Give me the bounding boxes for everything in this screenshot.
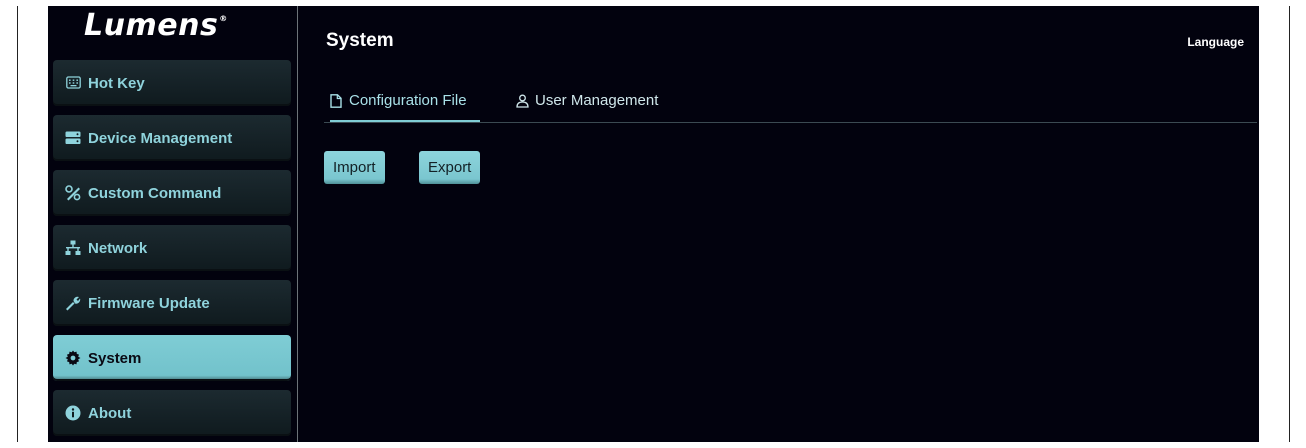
sidebar-item-hot-key[interactable]: Hot Key — [53, 60, 291, 106]
tab-configuration-file[interactable]: Configuration File — [330, 90, 480, 122]
brand-logo: Lumens ® — [84, 8, 228, 48]
sidebar-item-network[interactable]: Network — [53, 225, 291, 271]
sidebar-item-label: Custom Command — [88, 184, 222, 202]
window-frame: Lumens ® Hot Key Device Management Custo… — [17, 6, 1290, 442]
sidebar: Lumens ® Hot Key Device Management Custo… — [48, 6, 297, 442]
wrench-icon — [65, 295, 81, 311]
page-title: System — [326, 30, 394, 51]
sidebar-item-label: Device Management — [88, 129, 233, 147]
network-icon — [65, 240, 81, 256]
language-selector[interactable]: Language — [1187, 35, 1244, 49]
info-icon — [65, 405, 81, 421]
server-icon — [65, 130, 81, 146]
sidebar-item-about[interactable]: About — [53, 390, 291, 436]
tab-bar: Configuration File User Management — [324, 90, 1257, 123]
app-container: Lumens ® Hot Key Device Management Custo… — [48, 6, 1259, 442]
import-button[interactable]: Import — [324, 151, 385, 184]
gear-icon — [65, 350, 81, 366]
logo-text: Lumens — [84, 8, 219, 43]
keyboard-icon — [65, 75, 81, 91]
tab-label: Configuration File — [349, 92, 467, 109]
user-icon — [516, 94, 530, 108]
tab-user-management[interactable]: User Management — [516, 90, 686, 122]
sidebar-item-device-management[interactable]: Device Management — [53, 115, 291, 161]
registered-mark: ® — [219, 14, 228, 23]
export-button[interactable]: Export — [419, 151, 481, 184]
main-content: System Language Configuration File User … — [298, 6, 1259, 442]
sidebar-item-custom-command[interactable]: Custom Command — [53, 170, 291, 216]
sidebar-item-label: Network — [88, 239, 148, 257]
file-icon — [330, 94, 344, 108]
sidebar-item-label: Firmware Update — [88, 294, 210, 312]
sidebar-nav: Hot Key Device Management Custom Command — [53, 60, 291, 442]
sidebar-item-firmware-update[interactable]: Firmware Update — [53, 280, 291, 326]
sidebar-item-label: About — [88, 404, 132, 422]
tab-label: User Management — [535, 92, 659, 109]
tools-icon — [65, 185, 81, 201]
sidebar-item-system[interactable]: System — [53, 335, 291, 381]
sidebar-item-label: Hot Key — [88, 74, 145, 92]
sidebar-item-label: System — [88, 349, 142, 367]
